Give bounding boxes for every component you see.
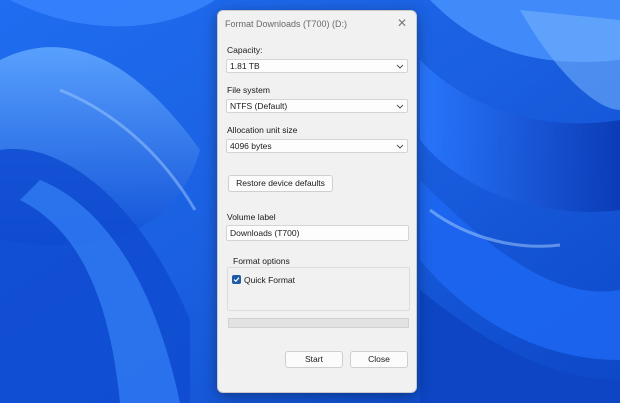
chevron-down-icon bbox=[396, 64, 404, 69]
close-button[interactable]: Close bbox=[350, 351, 408, 368]
filesystem-label: File system bbox=[227, 85, 270, 95]
dialog-title: Format Downloads (T700) (D:) bbox=[225, 19, 348, 29]
allocation-select[interactable]: 4096 bytes bbox=[226, 139, 408, 153]
format-options-label: Format options bbox=[231, 256, 292, 266]
quick-format-checkbox[interactable] bbox=[232, 275, 241, 284]
close-icon[interactable]: ✕ bbox=[397, 16, 407, 30]
allocation-value: 4096 bytes bbox=[230, 141, 272, 151]
volume-label-value: Downloads (T700) bbox=[230, 228, 300, 238]
chevron-down-icon bbox=[396, 104, 404, 109]
quick-format-label[interactable]: Quick Format bbox=[244, 275, 295, 285]
filesystem-value: NTFS (Default) bbox=[230, 101, 288, 111]
checkmark-icon bbox=[233, 277, 240, 283]
capacity-label: Capacity: bbox=[227, 45, 263, 55]
capacity-value: 1.81 TB bbox=[230, 61, 260, 71]
allocation-label: Allocation unit size bbox=[227, 125, 298, 135]
capacity-select[interactable]: 1.81 TB bbox=[226, 59, 408, 73]
format-dialog: Format Downloads (T700) (D:) ✕ Capacity:… bbox=[217, 10, 417, 393]
start-button[interactable]: Start bbox=[285, 351, 343, 368]
filesystem-select[interactable]: NTFS (Default) bbox=[226, 99, 408, 113]
chevron-down-icon bbox=[396, 144, 404, 149]
format-options-group bbox=[227, 267, 410, 311]
volume-label-input[interactable]: Downloads (T700) bbox=[226, 225, 409, 241]
title-bar: Format Downloads (T700) (D:) ✕ bbox=[218, 11, 416, 37]
restore-defaults-button[interactable]: Restore device defaults bbox=[228, 175, 333, 192]
format-progress-bar bbox=[228, 318, 409, 328]
volume-label-label: Volume label bbox=[227, 212, 276, 222]
